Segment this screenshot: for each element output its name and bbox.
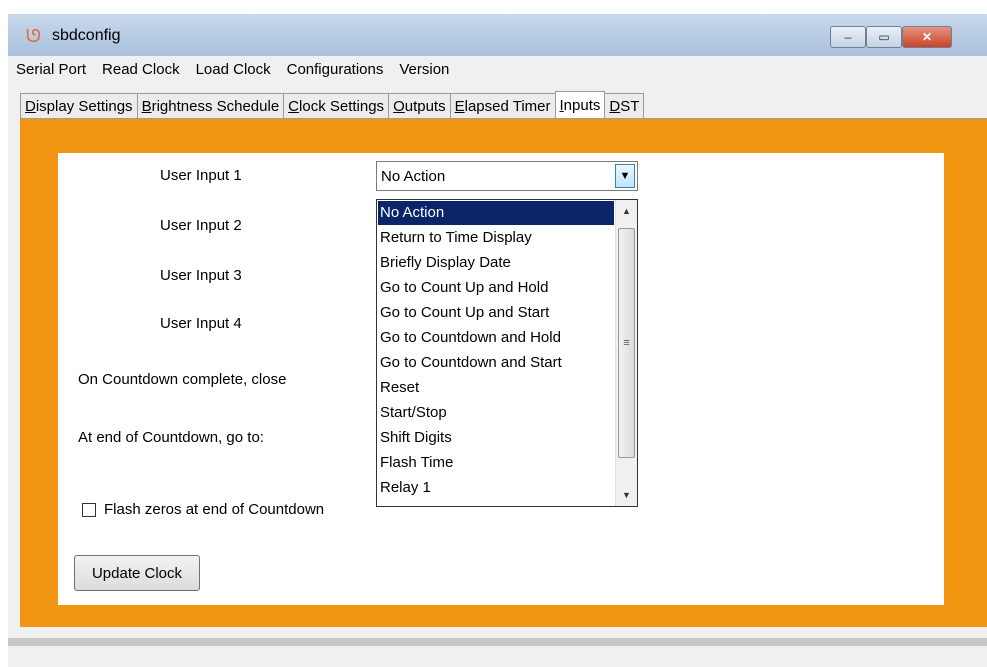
option-briefly-display-date[interactable]: Briefly Display Date [378,251,614,275]
dropdown-list: No Action Return to Time Display Briefly… [376,199,638,507]
inputs-panel: User Input 1 User Input 2 User Input 3 U… [58,153,944,605]
minimize-button[interactable]: – [830,26,866,48]
scroll-down-icon[interactable]: ▼ [616,484,637,506]
menu-version[interactable]: Version [391,61,457,78]
countdown-close-label: On Countdown complete, close [78,371,287,388]
tab-clock-settings[interactable]: Clock Settings [283,93,390,118]
user-input-2-label: User Input 2 [160,217,242,234]
option-countdown-start[interactable]: Go to Countdown and Start [378,351,614,375]
user-input-1-select[interactable]: No Action ▼ [376,161,638,191]
user-input-3-label: User Input 3 [160,267,242,284]
title-bar[interactable]: ᘎ sbdconfig – ▭ ✕ [8,14,987,56]
close-button[interactable]: ✕ [902,26,952,48]
tab-inputs[interactable]: Inputs [554,91,606,118]
sbd-logo-icon: ᘎ [26,26,41,46]
update-clock-button[interactable]: Update Clock [74,555,200,591]
chevron-down-icon[interactable]: ▼ [615,164,635,188]
option-return-to-time-display[interactable]: Return to Time Display [378,226,614,250]
flash-zeros-label: Flash zeros at end of Countdown [104,501,325,518]
maximize-button[interactable]: ▭ [866,26,902,48]
tab-content-area: User Input 1 User Input 2 User Input 3 U… [20,118,987,627]
tab-dst[interactable]: D ST [604,93,645,118]
tab-outputs[interactable]: Outputs [388,93,451,118]
scroll-up-icon[interactable]: ▲ [616,200,637,222]
scroll-thumb[interactable]: ≡ [618,228,635,458]
flash-zeros-checkbox[interactable] [82,503,96,517]
combo-selected-value: No Action [381,168,446,185]
option-flash-time[interactable]: Flash Time [378,451,614,475]
menu-bar: Serial Port Read Clock Load Clock Config… [8,56,987,82]
user-input-1-label: User Input 1 [160,167,242,184]
user-input-4-label: User Input 4 [160,315,242,332]
option-countdown-hold[interactable]: Go to Countdown and Hold [378,326,614,350]
tab-strip: Display Settings Brightness Schedule Clo… [20,91,645,118]
option-start-stop[interactable]: Start/Stop [378,401,614,425]
window-title: sbdconfig [52,27,121,44]
menu-load-clock[interactable]: Load Clock [188,61,279,78]
option-shift-digits[interactable]: Shift Digits [378,426,614,450]
option-count-up-start[interactable]: Go to Count Up and Start [378,301,614,325]
countdown-goto-label: At end of Countdown, go to: [78,429,264,446]
menu-read-clock[interactable]: Read Clock [94,61,188,78]
tab-brightness-schedule[interactable]: Brightness Schedule [136,93,285,118]
menu-serial-port[interactable]: Serial Port [8,61,94,78]
option-relay-1[interactable]: Relay 1 [378,476,614,500]
menu-configurations[interactable]: Configurations [279,61,392,78]
dropdown-scrollbar[interactable]: ▲ ≡ ▼ [615,200,637,506]
tab-elapsed-timer[interactable]: Elapsed Timer [449,93,556,118]
option-no-action[interactable]: No Action [378,201,614,225]
option-reset[interactable]: Reset [378,376,614,400]
app-window: ᘎ sbdconfig – ▭ ✕ Serial Port Read Clock… [8,14,987,667]
option-count-up-hold[interactable]: Go to Count Up and Hold [378,276,614,300]
status-bar [8,638,987,646]
tab-display-settings[interactable]: Display Settings [20,93,138,118]
